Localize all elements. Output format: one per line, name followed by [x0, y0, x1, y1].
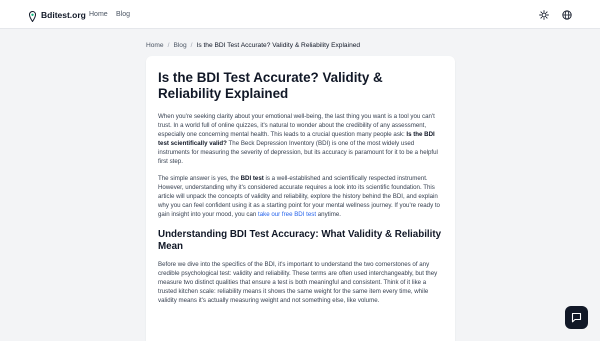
article-title: Is the BDI Test Accurate? Validity & Rel…: [158, 70, 383, 101]
nav-home-link[interactable]: Home: [89, 11, 108, 18]
site-logo[interactable]: Bditest.org: [28, 9, 86, 23]
breadcrumb-current: Is the BDI Test Accurate? Validity & Rel…: [196, 42, 361, 49]
paragraph-text: anytime.: [316, 211, 341, 219]
paragraph-text: When you're seeking clarity about your e…: [158, 113, 435, 138]
chat-button[interactable]: [565, 306, 588, 329]
free-bdi-test-link[interactable]: take our free BDI test: [258, 211, 316, 218]
breadcrumb-blog-link[interactable]: Blog: [173, 42, 186, 49]
article-paragraph: The simple answer is yes, the BDI test i…: [158, 175, 443, 220]
nav-blog-link[interactable]: Blog: [116, 11, 130, 18]
globe-icon: [561, 9, 572, 20]
sun-icon: [538, 9, 549, 20]
top-navigation-bar: Bditest.org Home Blog: [0, 0, 600, 29]
paragraph-text: The simple answer is yes, the: [158, 175, 241, 183]
paragraph-bold: BDI test: [240, 175, 264, 183]
theme-toggle-button[interactable]: [537, 8, 550, 21]
logo-icon: [28, 9, 37, 23]
article-paragraph: When you're seeking clarity about your e…: [158, 113, 443, 166]
breadcrumb-separator: /: [167, 42, 170, 49]
breadcrumb-separator: /: [190, 42, 193, 49]
breadcrumb-home-link[interactable]: Home: [146, 42, 164, 49]
section-heading: Understanding BDI Test Accuracy: What Va…: [158, 228, 442, 252]
article-card: Is the BDI Test Accurate? Validity & Rel…: [146, 56, 455, 341]
site-name: Bditest.org: [41, 9, 86, 20]
chat-icon: [571, 312, 582, 323]
language-button[interactable]: [560, 8, 573, 21]
breadcrumb: Home / Blog / Is the BDI Test Accurate? Vali…: [146, 42, 360, 49]
article-paragraph: Before we dive into the specifics of the…: [158, 260, 438, 304]
